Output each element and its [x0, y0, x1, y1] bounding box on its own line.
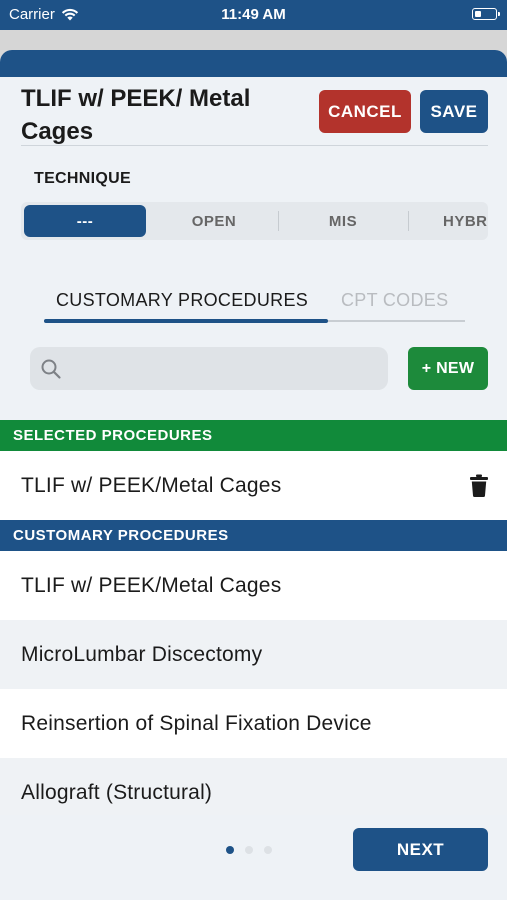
status-bar: Carrier 11:49 AM — [0, 0, 507, 30]
page-dot-active[interactable] — [226, 846, 234, 854]
selected-procedures-header: SELECTED PROCEDURES — [0, 420, 507, 451]
technique-label: TECHNIQUE — [34, 170, 131, 187]
technique-segmented-control: --- OPEN MIS HYBR — [21, 202, 488, 240]
search-icon — [41, 359, 61, 379]
procedure-row[interactable]: MicroLumbar Discectomy — [0, 620, 507, 689]
tab-indicator — [44, 319, 328, 323]
selected-procedure-label: TLIF w/ PEEK/Metal Cages — [21, 473, 282, 497]
trash-icon[interactable] — [470, 474, 488, 497]
search-input[interactable] — [30, 347, 388, 390]
customary-procedures-header: CUSTOMARY PROCEDURES — [0, 520, 507, 551]
cancel-button[interactable]: CANCEL — [319, 90, 411, 133]
procedure-sheet: TLIF w/ PEEK/ Metal Cages CANCEL SAVE TE… — [0, 50, 507, 815]
sheet-header-bar — [0, 50, 507, 77]
battery-icon — [472, 8, 500, 20]
procedure-row[interactable]: TLIF w/ PEEK/Metal Cages — [0, 551, 507, 620]
technique-option-none[interactable]: --- — [24, 205, 146, 237]
new-procedure-button[interactable]: + NEW — [408, 347, 488, 390]
backdrop-strip — [0, 30, 507, 50]
tab-customary-procedures[interactable]: CUSTOMARY PROCEDURES — [56, 290, 308, 311]
next-button[interactable]: NEXT — [353, 828, 488, 871]
tab-cpt-codes[interactable]: CPT CODES — [341, 290, 448, 311]
technique-option-open[interactable]: OPEN — [151, 205, 277, 237]
technique-option-mis[interactable]: MIS — [279, 205, 407, 237]
page-title: TLIF w/ PEEK/ Metal Cages — [21, 85, 251, 145]
clock: 11:49 AM — [221, 6, 286, 23]
footer-bar: NEXT — [0, 815, 507, 900]
page-dot[interactable] — [245, 846, 253, 854]
technique-option-hybrid[interactable]: HYBR — [409, 205, 488, 237]
selected-procedure-row[interactable]: TLIF w/ PEEK/Metal Cages — [0, 451, 507, 520]
procedure-row[interactable]: Allograft (Structural) — [0, 758, 507, 815]
header-divider — [21, 145, 488, 146]
save-button[interactable]: SAVE — [420, 90, 488, 133]
procedure-row[interactable]: Reinsertion of Spinal Fixation Device — [0, 689, 507, 758]
page-dot[interactable] — [264, 846, 272, 854]
page-indicator — [226, 846, 272, 854]
